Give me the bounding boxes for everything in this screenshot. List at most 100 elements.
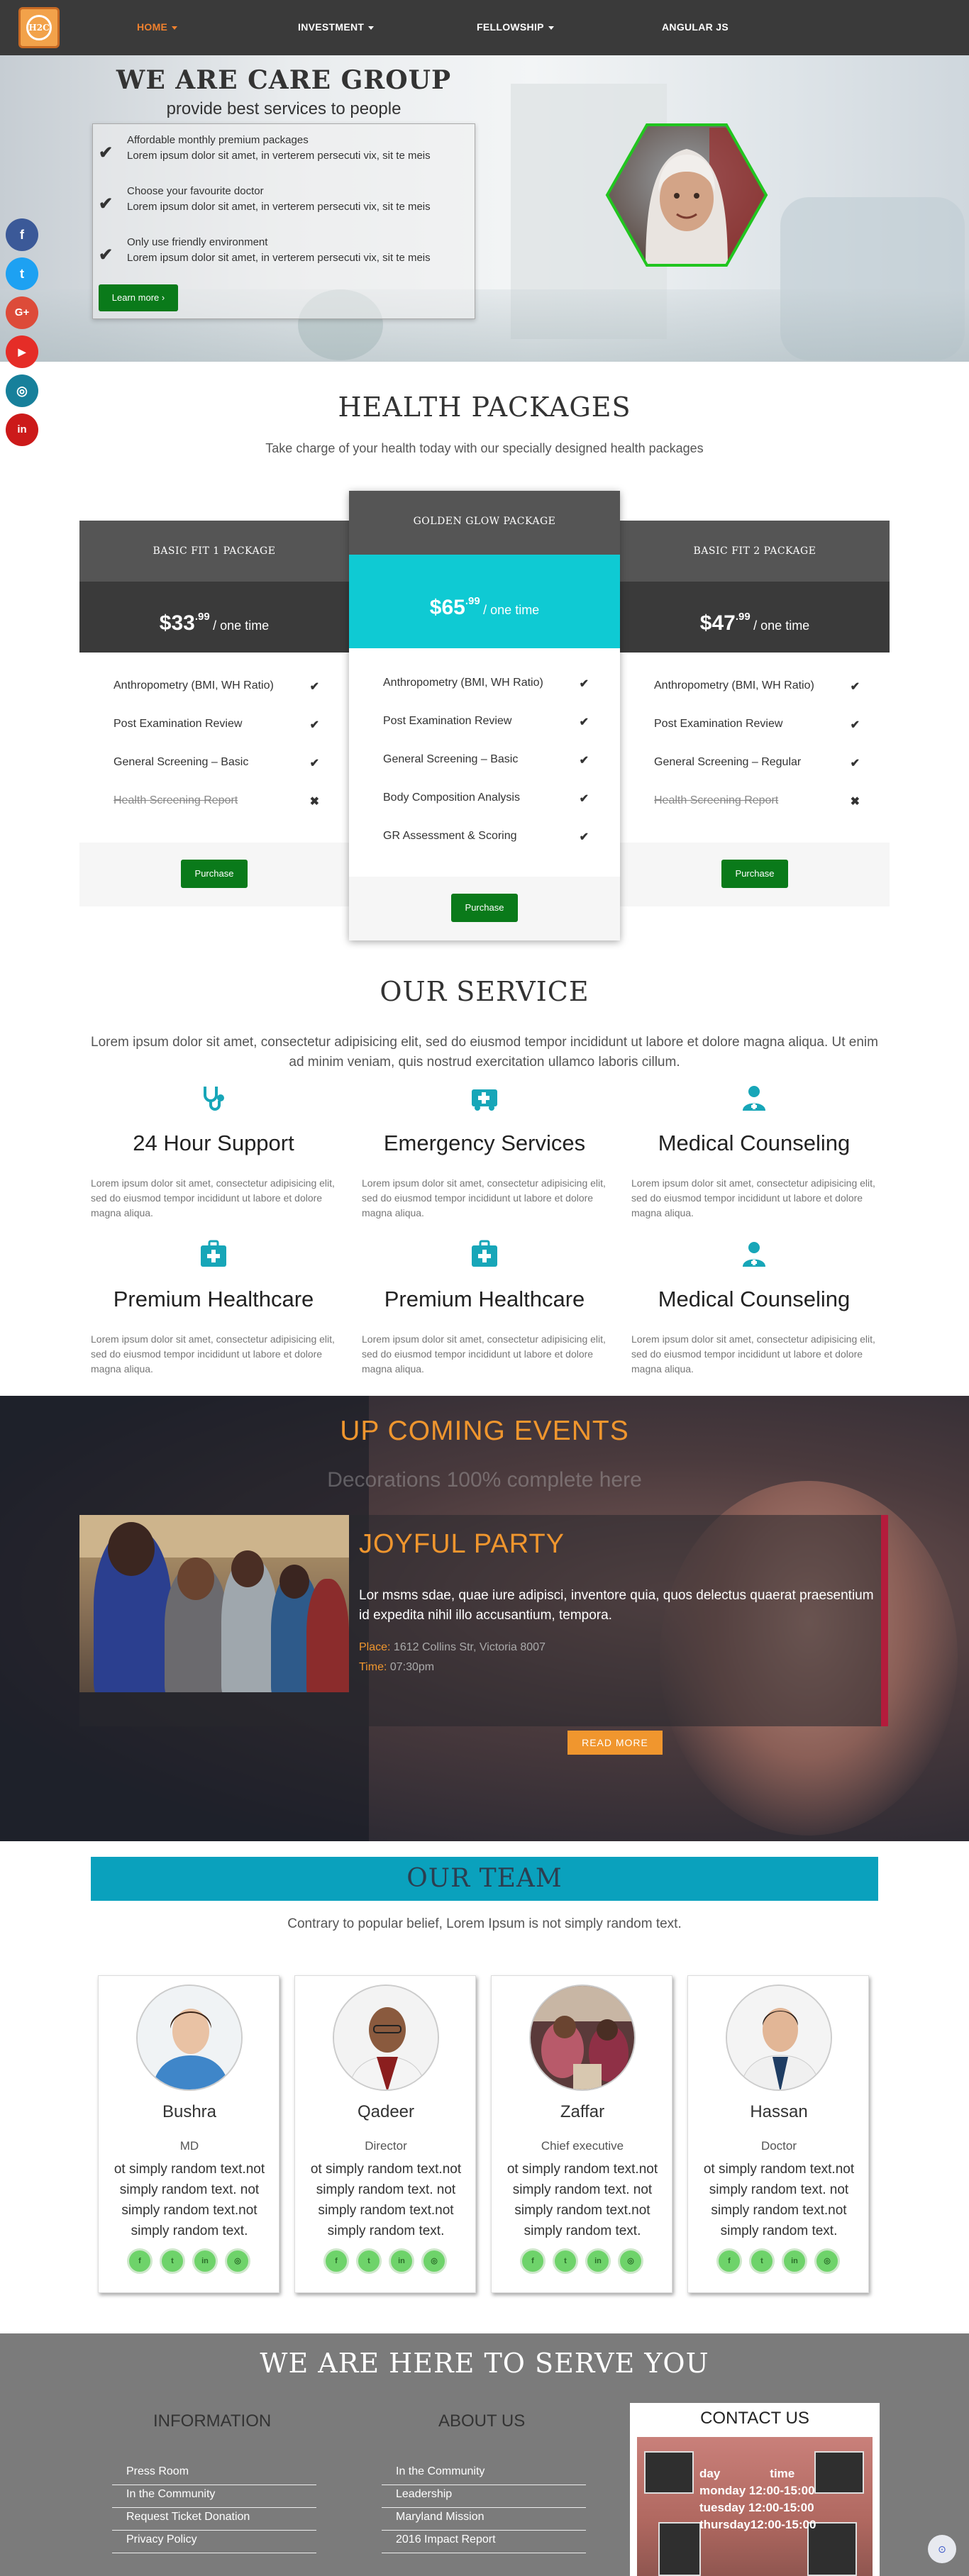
twitter-glyph: t <box>760 2257 763 2265</box>
linkedin-icon[interactable]: in <box>192 2248 218 2274</box>
scroll-to-top-icon[interactable]: ⊙ <box>928 2535 956 2563</box>
facebook-icon[interactable]: f <box>716 2248 742 2274</box>
medkit-icon <box>201 1240 226 1267</box>
service-title: Premium Healthcare <box>384 1287 585 1311</box>
linkedin-icon[interactable]: in <box>389 2248 414 2274</box>
opening-hours: day time monday 12:00-15:00 tuesday 12:00… <box>699 2465 816 2533</box>
logo-text: H2C <box>26 15 52 40</box>
check-icon: ✔ <box>309 719 319 731</box>
learn-more-button[interactable]: Learn more › <box>99 284 178 311</box>
footer-link[interactable]: Leadership <box>382 2485 586 2508</box>
price-cents: .99 <box>465 595 480 607</box>
nav-angular-js[interactable]: ANGULAR JS <box>662 21 729 33</box>
avatar <box>726 1984 832 2091</box>
hero-feature-text: Lorem ipsum dolor sit amet, in verterem … <box>127 201 431 213</box>
nav-investment[interactable]: INVESTMENT <box>298 21 375 33</box>
nav-home[interactable]: HOME <box>137 21 178 33</box>
hero-feature-text: Lorem ipsum dolor sit amet, in verterem … <box>127 252 431 264</box>
price-cents: .99 <box>735 611 751 623</box>
feature-label: GR Assessment & Scoring <box>383 830 517 842</box>
price-period: / one time <box>753 618 810 633</box>
service-text: Lorem ipsum dolor sit amet, consectetur … <box>91 1333 335 1375</box>
linkedin-icon[interactable]: in <box>585 2248 611 2274</box>
member-role: Doctor <box>760 2139 797 2153</box>
footer-link[interactable]: In the Community <box>382 2463 586 2485</box>
instagram-icon[interactable]: ◎ <box>618 2248 643 2274</box>
check-icon: ✔ <box>579 716 589 728</box>
footer-link[interactable]: In the Community <box>112 2485 316 2508</box>
avatar <box>333 1984 439 2091</box>
facebook-icon[interactable]: f <box>6 218 38 251</box>
team-member-card: Hassan Doctor ot simply random text.not … <box>687 1975 869 2293</box>
facebook-icon[interactable]: f <box>520 2248 546 2274</box>
hero-subtitle: provide best services to people <box>166 99 402 118</box>
feature-label: General Screening – Basic <box>113 756 249 768</box>
nav-investment-label: INVESTMENT <box>298 21 365 33</box>
twitter-icon[interactable]: t <box>356 2248 382 2274</box>
package-feature: General Screening – Basic ✔ <box>383 753 589 767</box>
purchase-button[interactable]: Purchase <box>181 860 248 888</box>
price-cents: .99 <box>194 611 210 623</box>
purchase-button[interactable]: Purchase <box>721 860 788 888</box>
instagram-glyph: ◎ <box>431 2257 438 2265</box>
logo[interactable]: H2C <box>18 7 60 48</box>
nav-fellowship[interactable]: FELLOWSHIP <box>477 21 554 33</box>
ambulance-icon <box>472 1089 497 1111</box>
package-feature: Anthropometry (BMI, WH Ratio) ✔ <box>383 677 589 690</box>
read-more-button[interactable]: READ MORE <box>567 1731 663 1755</box>
hero-title: WE ARE CARE GROUP <box>116 65 452 95</box>
facebook-icon[interactable]: f <box>323 2248 349 2274</box>
check-icon: ✔ <box>850 681 860 693</box>
instagram-icon[interactable]: ◎ <box>421 2248 447 2274</box>
service-title: Emergency Services <box>383 1131 586 1155</box>
service-text: Lorem ipsum dolor sit amet, consectetur … <box>362 1177 606 1218</box>
package-feature: General Screening – Basic ✔ <box>113 756 319 770</box>
footer-link[interactable]: Press Room <box>112 2463 316 2485</box>
check-icon: ✔ <box>850 757 860 770</box>
purchase-button[interactable]: Purchase <box>451 894 518 922</box>
package-price: $47.99 / one time <box>620 582 890 653</box>
nav-angular-js-label: ANGULAR JS <box>662 21 729 33</box>
services-intro: Lorem ipsum dolor sit amet, consectetur … <box>91 1035 878 1070</box>
facebook-icon[interactable]: f <box>127 2248 153 2274</box>
price-dollars: $33 <box>159 611 195 635</box>
event-time: Time: 07:30pm <box>359 1661 434 1674</box>
instagram-glyph: ◎ <box>824 2257 831 2265</box>
member-bio: ot simply random text.not simply random … <box>310 2162 462 2238</box>
twitter-icon[interactable]: t <box>160 2248 185 2274</box>
youtube-icon[interactable]: ▶ <box>6 335 38 368</box>
events-section: UP COMING EVENTS Decorations 100% comple… <box>0 1396 969 1841</box>
contact-box: CONTACT US day time monday 12:00-15:00 tu… <box>630 2403 880 2576</box>
nav-fellowship-label: FELLOWSHIP <box>477 21 544 33</box>
service-text: Lorem ipsum dolor sit amet, consectetur … <box>631 1333 875 1375</box>
linkedin-icon[interactable]: in <box>782 2248 807 2274</box>
member-bio: ot simply random text.not simply random … <box>506 2162 658 2238</box>
navbar: H2C HOME INVESTMENT FELLOWSHIP ANGULAR J… <box>0 0 969 55</box>
service-text: Lorem ipsum dolor sit amet, consectetur … <box>362 1333 606 1375</box>
twitter-icon[interactable]: t <box>749 2248 775 2274</box>
contact-photo: day time monday 12:00-15:00 tuesday 12:00… <box>637 2437 873 2576</box>
service-title: Medical Counseling <box>658 1287 851 1311</box>
package-name: BASIC FIT 2 PACKAGE <box>620 521 890 582</box>
feature-label: Anthropometry (BMI, WH Ratio) <box>113 679 274 692</box>
doctor-icon <box>743 1242 765 1267</box>
package-feature: Post Examination Review ✔ <box>654 718 860 731</box>
footer-link[interactable]: 2016 Impact Report <box>382 2531 586 2553</box>
footer-link[interactable]: Request Ticket Donation <box>112 2508 316 2531</box>
hours-header-time: time <box>770 2467 795 2480</box>
twitter-icon[interactable]: t <box>6 257 38 290</box>
google-plus-icon[interactable]: G+ <box>6 296 38 329</box>
instagram-icon[interactable]: ◎ <box>814 2248 840 2274</box>
avatar <box>529 1984 636 2091</box>
contact-title: CONTACT US <box>700 2409 809 2428</box>
check-icon: ✔ <box>99 194 113 213</box>
instagram-icon[interactable]: ◎ <box>225 2248 250 2274</box>
twitter-icon[interactable]: t <box>553 2248 578 2274</box>
packages-title: HEALTH PACKAGES <box>338 392 631 423</box>
footer-link[interactable]: Privacy Policy <box>112 2531 316 2553</box>
package-feature: Post Examination Review ✔ <box>113 718 319 731</box>
hero-features-box: ✔ Affordable monthly premium packages Lo… <box>92 123 475 319</box>
check-icon: ✔ <box>579 793 589 805</box>
footer-link[interactable]: Maryland Mission <box>382 2508 586 2531</box>
hero-feature-title: Choose your favourite doctor <box>127 185 264 197</box>
